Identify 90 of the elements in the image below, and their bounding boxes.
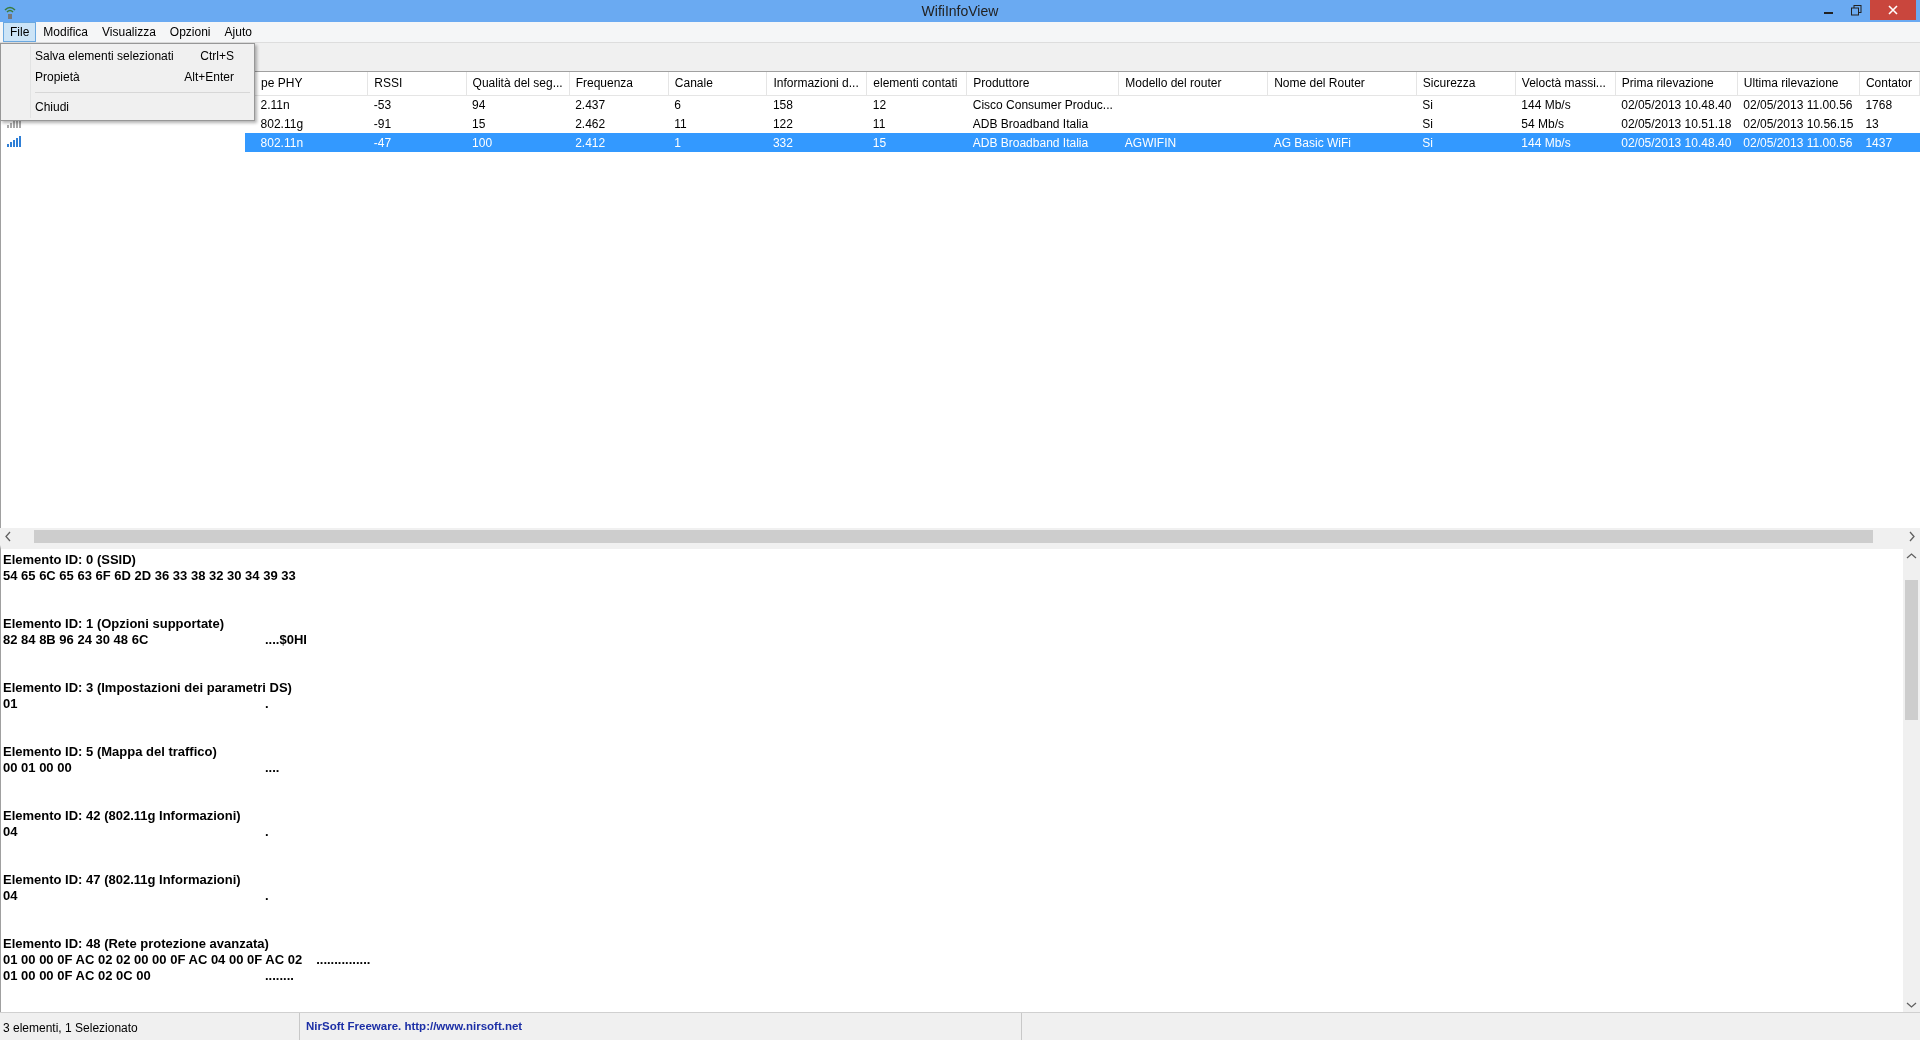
ascii-text: ....$0HI xyxy=(265,632,307,647)
ascii-text: ........ xyxy=(265,968,294,983)
column-header[interactable]: Informazioni d... xyxy=(766,72,867,95)
table-cell: Cisco Consumer Produc... xyxy=(966,95,1119,114)
element-heading: Elemento ID: 5 (Mappa del traffico) xyxy=(3,744,218,760)
table-cell: 02/05/2013 10.48.40 xyxy=(1615,133,1738,152)
column-header[interactable]: Produttore xyxy=(966,72,1119,95)
column-header[interactable]: Prima rilevazione xyxy=(1615,72,1738,95)
table-cell: ADB Broadband Italia xyxy=(966,114,1119,133)
table-cell: -47 xyxy=(367,133,467,152)
table-cell: 02/05/2013 11.00.56 xyxy=(1737,95,1860,114)
hex-bytes: 01 xyxy=(3,696,19,712)
hex-bytes: 04 xyxy=(3,888,19,904)
hex-bytes: 01 00 00 0F AC 02 0C 00 xyxy=(3,968,152,984)
ascii-text: ............... xyxy=(316,952,371,967)
table-cell: 54 Mb/s xyxy=(1515,114,1616,133)
table-cell: 2.462 xyxy=(569,114,669,133)
element-heading: Elemento ID: 0 (SSID) xyxy=(3,552,137,568)
table-cell: AG Basic WiFi xyxy=(1267,133,1417,152)
table-cell: -53 xyxy=(367,95,467,114)
hex-bytes: 82 84 8B 96 24 30 48 6C xyxy=(3,632,150,648)
scrollbar-thumb[interactable] xyxy=(1905,580,1918,720)
table-cell: 2.412 xyxy=(569,133,669,152)
table-cell: 15 xyxy=(466,114,570,133)
table-cell: 15 xyxy=(866,133,967,152)
column-header[interactable]: Veloctà massi... xyxy=(1515,72,1616,95)
column-header[interactable]: Nome del Router xyxy=(1267,72,1417,95)
ascii-text: . xyxy=(265,824,269,839)
minimize-icon xyxy=(1823,12,1833,14)
scrollbar-thumb[interactable] xyxy=(34,530,1873,543)
table-cell: 1768 xyxy=(1859,95,1920,114)
element-heading: Elemento ID: 42 (802.11g Informazioni) xyxy=(3,808,242,824)
table-cell: 02/05/2013 10.48.40 xyxy=(1615,95,1738,114)
column-header[interactable]: elementi contati xyxy=(866,72,967,95)
table-cell: 1 xyxy=(668,133,767,152)
window-title: WifiInfoView xyxy=(921,2,999,21)
ascii-text: . xyxy=(265,696,269,711)
hex-bytes: 04 xyxy=(3,824,19,840)
menu-item[interactable]: File xyxy=(3,22,37,42)
table-cell: 122 xyxy=(766,114,867,133)
hex-bytes: 54 65 6C 65 63 6F 6D 2D 36 33 38 32 30 34 39 33 xyxy=(3,568,297,584)
restore-icon xyxy=(1850,4,1862,16)
table-cell: Si xyxy=(1416,95,1516,114)
table-cell: 02/05/2013 10.51.18 xyxy=(1615,114,1738,133)
column-header[interactable]: RSSI xyxy=(367,72,467,95)
ascii-text: . xyxy=(265,888,269,903)
table-cell: 2.437 xyxy=(569,95,669,114)
column-header[interactable]: Contator xyxy=(1859,72,1920,95)
table-cell: 6 xyxy=(668,95,767,114)
table-cell: 11 xyxy=(668,114,767,133)
column-header[interactable]: Ultima rilevazione xyxy=(1737,72,1860,95)
menu-item[interactable]: Opzioni xyxy=(162,22,218,42)
column-header[interactable]: Frequenza xyxy=(569,72,669,95)
table-cell: 802.11n xyxy=(244,133,368,152)
table-cell: ADB Broadband Italia xyxy=(966,133,1119,152)
element-heading: Elemento ID: 1 (Opzioni supportate) xyxy=(3,616,225,632)
menu-item[interactable]: Visualizza xyxy=(95,22,163,42)
ascii-text: .... xyxy=(265,760,280,775)
hex-bytes: 00 01 00 00 xyxy=(3,760,73,776)
menu-item[interactable]: Ajuto xyxy=(217,22,259,42)
vertical-scrollbar[interactable] xyxy=(1903,549,1920,1012)
table-cell: 94 xyxy=(466,95,570,114)
credit-link[interactable]: NirSoft Freeware. http://www.nirsoft.net xyxy=(306,1020,523,1032)
table-cell: 11 xyxy=(866,114,967,133)
menu-item[interactable]: Salva elementi selezionati Ctrl+S xyxy=(3,46,252,67)
table-cell: Si xyxy=(1416,133,1516,152)
table-cell: 332 xyxy=(766,133,867,152)
element-heading: Elemento ID: 48 (Rete protezione avanzata) xyxy=(3,936,270,952)
table-cell: 13 xyxy=(1859,114,1920,133)
column-header[interactable]: Modello del router xyxy=(1118,72,1268,95)
table-cell: 158 xyxy=(766,95,867,114)
element-heading: Elemento ID: 3 (Impostazioni dei parametri DS) xyxy=(3,680,293,696)
column-header[interactable]: Canale xyxy=(668,72,767,95)
table-cell: 02/05/2013 10.56.15 xyxy=(1737,114,1860,133)
table-cell: 100 xyxy=(466,133,570,152)
item-count: 3 elementi, 1 Selezionato xyxy=(3,1021,138,1035)
table-cell: AGWIFIN xyxy=(1118,133,1268,152)
table-cell: 12 xyxy=(866,95,967,114)
table-cell: 144 Mb/s xyxy=(1515,133,1616,152)
close-icon xyxy=(1888,5,1898,15)
table-cell: 144 Mb/s xyxy=(1515,95,1616,114)
column-header[interactable]: Qualità del seg... xyxy=(466,72,570,95)
table-cell: 1437 xyxy=(1859,133,1920,152)
table-cell: Si xyxy=(1416,114,1516,133)
hex-bytes: 01 00 00 0F AC 02 02 00 00 0F AC 04 00 0F AC 02 xyxy=(3,952,304,968)
menu-item[interactable]: Modifica xyxy=(36,22,96,42)
column-header[interactable]: Sicurezza xyxy=(1416,72,1516,95)
table-cell: 02/05/2013 11.00.56 xyxy=(1737,133,1860,152)
element-heading: Elemento ID: 47 (802.11g Informazioni) xyxy=(3,872,242,888)
table-cell: -91 xyxy=(367,114,467,133)
